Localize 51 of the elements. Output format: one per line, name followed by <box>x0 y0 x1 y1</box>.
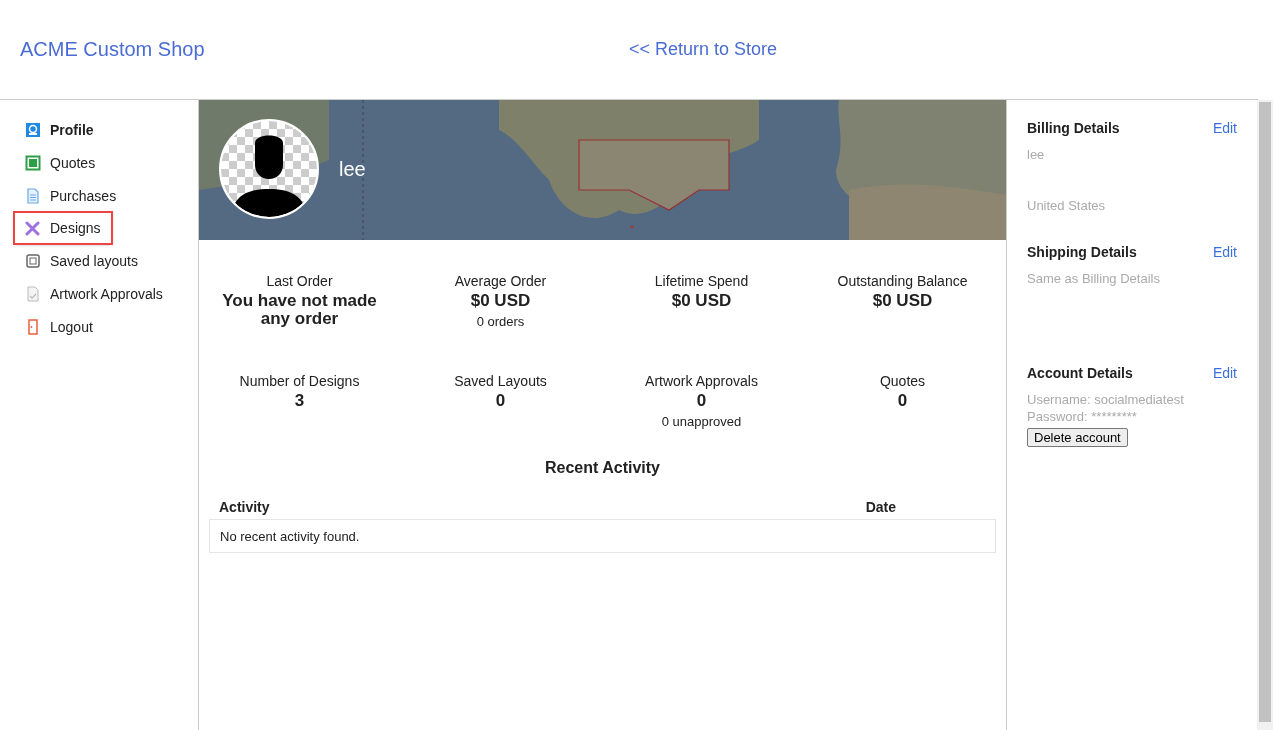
stat-value: $0 USD <box>872 292 933 310</box>
delete-account-button[interactable]: Delete account <box>1027 428 1128 447</box>
stat-value: 3 <box>294 392 305 410</box>
stat-label: Average Order <box>454 273 547 289</box>
stat-value: 0 <box>696 392 707 410</box>
detail-text: Same as Billing Details <box>1027 270 1161 287</box>
stat-subtext: 0 unapproved <box>661 414 742 429</box>
sidebar-item[interactable]: Artwork Approvals <box>15 281 173 306</box>
stat-subtext: 0 orders <box>476 314 525 329</box>
stat-label: Outstanding Balance <box>837 273 968 289</box>
shop-name[interactable]: ACME Custom Shop <box>20 38 629 61</box>
stat-value: 0 <box>495 392 506 410</box>
scrollbar[interactable] <box>1257 100 1273 730</box>
sidebar-item[interactable]: Saved layouts <box>15 248 148 273</box>
sidebar-item[interactable]: Logout <box>15 314 103 339</box>
stat-value: $0 USD <box>470 292 531 310</box>
edit-link[interactable]: Edit <box>1212 365 1237 381</box>
edit-link[interactable]: Edit <box>1212 120 1237 136</box>
edit-link[interactable]: Edit <box>1212 244 1237 260</box>
detail-text: Password: ********* <box>1027 408 1138 425</box>
stat-label: Artwork Approvals <box>645 373 758 389</box>
detail-text: lee <box>1027 146 1046 163</box>
layout-icon <box>25 252 41 269</box>
document-icon <box>25 187 41 204</box>
sidebar-item[interactable]: Profile <box>15 117 104 142</box>
sidebar-item[interactable]: Purchases <box>15 183 127 208</box>
stat-label: Number of Designs <box>239 373 360 389</box>
stat-value: 0 <box>897 392 908 410</box>
column-header: Activity <box>219 499 270 515</box>
column-header: Date <box>865 499 896 515</box>
section-title: Billing Details <box>1027 120 1120 136</box>
stat-value: $0 USD <box>671 292 732 310</box>
section-title: Recent Activity <box>544 459 661 477</box>
username: lee <box>339 158 366 181</box>
sidebar-item[interactable]: Designs <box>15 213 111 243</box>
checklist-icon <box>25 285 41 302</box>
detail-text: United States <box>1027 197 1107 214</box>
stat-label: Last Order <box>266 273 333 289</box>
stat-label: Saved Layouts <box>454 373 547 389</box>
profile-icon <box>25 121 41 138</box>
stat-value: You have not made any order <box>221 292 378 328</box>
scrollbar-thumb[interactable] <box>1259 102 1271 722</box>
section-title: Shipping Details <box>1027 244 1137 260</box>
stat-label: Quotes <box>879 373 926 389</box>
stat-label: Lifetime Spend <box>654 273 749 289</box>
section-title: Account Details <box>1027 365 1133 381</box>
detail-text: Username: socialmediatest <box>1027 391 1185 408</box>
return-to-store-link[interactable]: << Return to Store <box>629 39 778 60</box>
sidebar-item[interactable]: Quotes <box>15 150 106 175</box>
door-icon <box>25 318 41 335</box>
empty-message: No recent activity found. <box>220 528 360 544</box>
